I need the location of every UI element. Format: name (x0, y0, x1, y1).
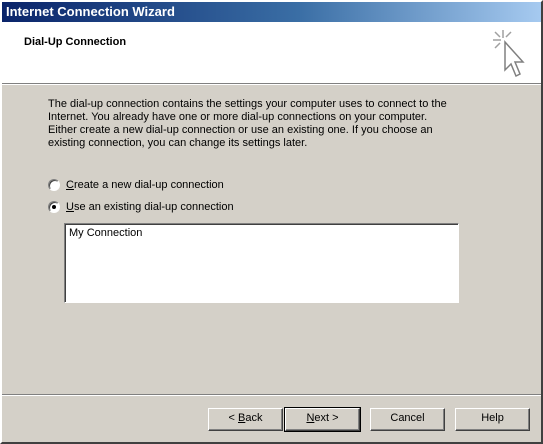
wizard-header: Dial-Up Connection (2, 22, 541, 84)
radio-create-new[interactable]: Create a new dial-up connection (48, 178, 224, 192)
back-button[interactable]: < Back (208, 408, 283, 431)
help-button[interactable]: Help (455, 408, 530, 431)
radio-use-existing[interactable]: Use an existing dial-up connection (48, 200, 234, 214)
window-title: Internet Connection Wizard (6, 4, 175, 19)
list-item[interactable]: My Connection (69, 227, 142, 239)
button-separator (2, 394, 541, 396)
radio-label: Create a new dial-up connection (66, 179, 224, 191)
title-bar[interactable]: Internet Connection Wizard (2, 2, 541, 22)
wizard-cursor-icon (493, 30, 525, 78)
next-button[interactable]: Next > (284, 407, 361, 432)
cancel-button[interactable]: Cancel (370, 408, 445, 431)
radio-button[interactable] (48, 201, 60, 213)
connections-listbox[interactable]: My Connection (64, 223, 459, 303)
wizard-window: Internet Connection Wizard Dial-Up Conne… (0, 0, 543, 444)
radio-button[interactable] (48, 179, 60, 191)
intro-text: The dial-up connection contains the sett… (48, 98, 447, 149)
radio-label: Use an existing dial-up connection (66, 201, 234, 213)
page-title: Dial-Up Connection (24, 36, 127, 48)
header-divider (2, 84, 541, 85)
